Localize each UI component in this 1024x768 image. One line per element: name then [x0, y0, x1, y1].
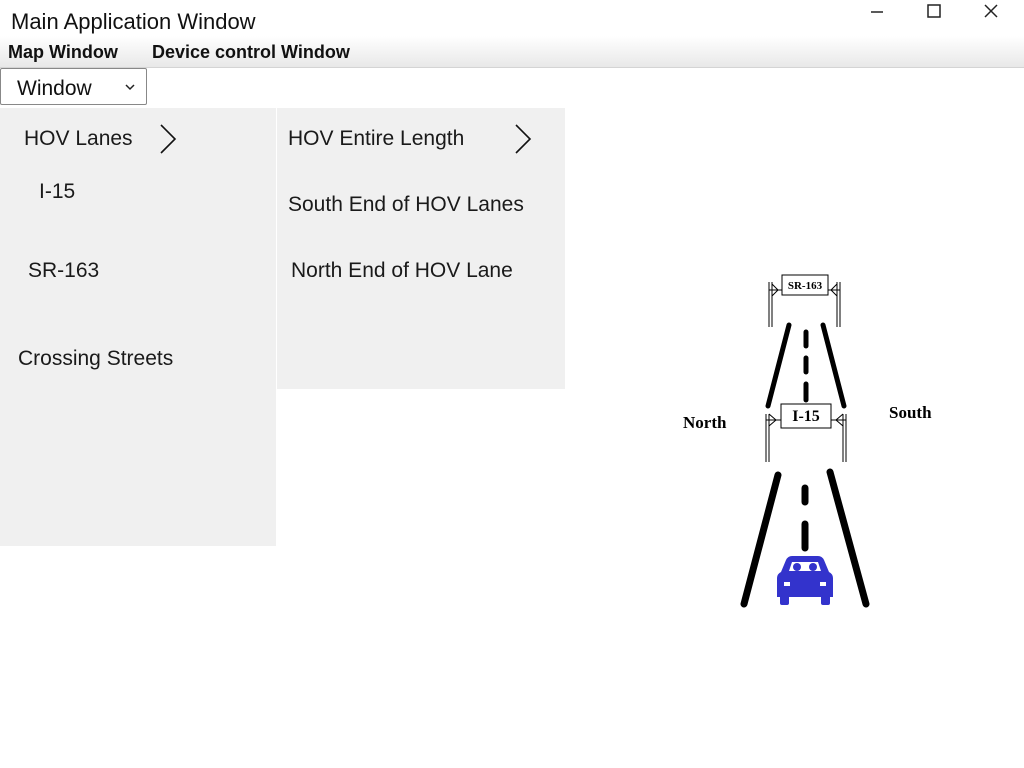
menu-map-window[interactable]: Map Window: [8, 42, 118, 63]
menu-item-crossing-streets[interactable]: Crossing Streets: [18, 347, 173, 371]
window-dropdown[interactable]: Window: [0, 68, 147, 105]
south-label: South: [889, 403, 932, 422]
maximize-button[interactable]: [911, 0, 957, 26]
minimize-button[interactable]: [854, 0, 900, 26]
title-bar: Main Application Window: [0, 0, 1024, 36]
menu-item-south-end[interactable]: South End of HOV Lanes: [288, 193, 524, 217]
car-icon: [777, 556, 833, 605]
close-icon: [984, 4, 998, 18]
upper-road: [765, 322, 847, 409]
road-diagram: SR-163 I-15: [740, 274, 870, 608]
hov-map-illustration: SR-163 I-15 North South: [660, 260, 960, 630]
maximize-icon: [927, 4, 941, 18]
menu-item-i15[interactable]: I-15: [39, 180, 75, 204]
menu-device-control-window[interactable]: Device control Window: [152, 42, 350, 63]
menu-bar: Map Window Device control Window: [0, 36, 1024, 68]
dropdown-value: Window: [17, 77, 92, 100]
menu-item-north-end[interactable]: North End of HOV Lane: [291, 259, 513, 283]
menu-item-hov-entire-length[interactable]: HOV Entire Length: [288, 127, 464, 151]
chevron-right-icon[interactable]: [513, 123, 533, 155]
menu-panel-submenu: HOV Entire Length South End of HOV Lanes…: [277, 108, 565, 389]
sign-bottom-text: I-15: [792, 408, 820, 425]
chevron-down-icon: [125, 84, 135, 91]
menu-panel-primary: HOV Lanes I-15 SR-163 Crossing Streets: [0, 108, 276, 546]
minimize-icon: [871, 11, 883, 13]
menu-item-sr163[interactable]: SR-163: [28, 259, 99, 283]
north-label: North: [683, 413, 727, 432]
menu-item-hov-lanes[interactable]: HOV Lanes: [24, 127, 133, 151]
close-button[interactable]: [968, 0, 1014, 26]
sign-top-text: SR-163: [788, 280, 823, 292]
window-title: Main Application Window: [11, 9, 256, 34]
chevron-right-icon[interactable]: [158, 123, 178, 155]
